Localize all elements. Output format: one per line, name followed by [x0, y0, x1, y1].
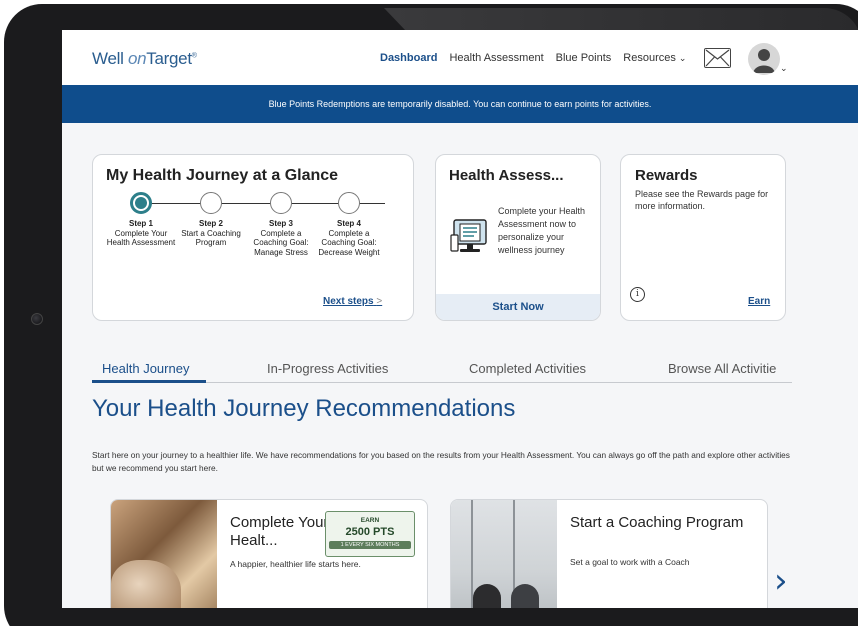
chevron-down-icon[interactable]: ⌄	[780, 63, 788, 74]
active-tab-indicator	[92, 380, 206, 383]
chevron-right-icon: >	[376, 296, 383, 307]
image-person	[511, 584, 539, 608]
nav-link-resources[interactable]: Resources ⌄	[623, 52, 686, 64]
nav-link-dashboard[interactable]: Dashboard	[380, 52, 437, 64]
badge-points: 2500 PTS	[345, 526, 395, 538]
recommendation-image	[111, 500, 217, 608]
next-steps-label: Next steps	[323, 296, 374, 307]
image-pole	[471, 500, 473, 608]
chevron-right-icon[interactable]: ›	[774, 561, 788, 601]
logo-well: Well	[92, 49, 128, 68]
step-indicator	[270, 192, 292, 214]
badge-label: EARN	[360, 517, 380, 524]
brand-logo[interactable]: Well onTarget®	[92, 49, 197, 69]
start-now-button[interactable]: Start Now	[436, 294, 600, 320]
image-person	[473, 584, 501, 608]
tab-browse-all-activities[interactable]: Browse All Activitie	[668, 361, 776, 376]
main-content: My Health Journey at a Glance Step 1 Com…	[62, 123, 858, 608]
logo-mark: ®	[191, 52, 197, 60]
nav-link-health-assessment[interactable]: Health Assessment	[449, 52, 543, 64]
avatar[interactable]	[748, 43, 780, 75]
journey-step-1[interactable]: Step 1 Complete Your Health Assessment	[105, 192, 177, 248]
banner-text: Blue Points Redemptions are temporarily …	[268, 99, 652, 109]
recommendation-subtitle: A happier, healthier life starts here.	[230, 559, 361, 569]
tab-completed-activities[interactable]: Completed Activities	[469, 361, 586, 376]
health-journey-card: My Health Journey at a Glance Step 1 Com…	[92, 154, 414, 321]
step-active-indicator	[130, 192, 152, 214]
recommendation-title: Start a Coaching Program	[570, 514, 744, 531]
step-desc: Start a Coaching Program	[181, 228, 241, 248]
logo-target: Target	[146, 49, 192, 68]
tab-health-journey[interactable]: Health Journey	[102, 361, 189, 376]
step-desc: Complete Your Health Assessment	[106, 228, 176, 248]
recommendation-title: Complete Your Healt...	[230, 514, 329, 549]
page-title: Your Health Journey Recommendations	[92, 395, 516, 422]
activity-tabs: Health Journey In-Progress Activities Co…	[92, 355, 792, 383]
rewards-card: Rewards Please see the Rewards page for …	[620, 154, 786, 321]
recommendation-card-health-assessment[interactable]: Complete Your Healt... EARN 2500 PTS 1 E…	[110, 499, 428, 608]
step-indicator	[200, 192, 222, 214]
nav-link-blue-points[interactable]: Blue Points	[556, 52, 612, 64]
camera-icon	[31, 313, 43, 325]
mail-icon[interactable]	[704, 48, 731, 68]
rewards-text: Please see the Rewards page for more inf…	[635, 189, 769, 211]
nav-link-resources-label: Resources	[623, 52, 676, 64]
step-title: Step 3	[268, 219, 293, 228]
journey-step-3[interactable]: Step 3 Complete a Coaching Goal: Manage …	[245, 192, 317, 257]
recommendation-card-coaching[interactable]: Start a Coaching Program Set a goal to w…	[450, 499, 768, 608]
health-assessment-card: Health Assess... Complete your Health As…	[435, 154, 601, 321]
recommendation-image	[451, 500, 557, 608]
assessment-title: Health Assess...	[449, 167, 564, 184]
rewards-title: Rewards	[635, 167, 698, 184]
journey-step-4[interactable]: Step 4 Complete a Coaching Goal: Decreas…	[313, 192, 385, 257]
journey-step-2[interactable]: Step 2 Start a Coaching Program	[175, 192, 247, 248]
assessment-text: Complete your Health Assessment now to p…	[498, 206, 586, 255]
section-description: Start here on your journey to a healthie…	[92, 450, 790, 473]
computer-checklist-icon	[450, 217, 490, 262]
journey-title: My Health Journey at a Glance	[106, 167, 339, 184]
badge-frequency: 1 EVERY SIX MONTHS	[329, 541, 411, 549]
recommendation-subtitle: Set a goal to work with a Coach	[570, 557, 690, 567]
info-icon[interactable]: i	[630, 287, 645, 302]
step-desc: Complete a Coaching Goal: Decrease Weigh…	[318, 228, 380, 257]
step-title: Step 4	[336, 219, 361, 228]
tab-in-progress-activities[interactable]: In-Progress Activities	[267, 361, 388, 376]
next-steps-link[interactable]: Next steps >	[323, 296, 382, 307]
step-indicator	[338, 192, 360, 214]
step-title: Step 1	[128, 219, 153, 228]
step-title: Step 2	[198, 219, 223, 228]
earn-points-badge: EARN 2500 PTS 1 EVERY SIX MONTHS	[325, 511, 415, 557]
app-screen: Well onTarget® Dashboard Health Assessme…	[62, 30, 858, 608]
top-navigation: Well onTarget® Dashboard Health Assessme…	[62, 30, 858, 85]
nav-links: Dashboard Health Assessment Blue Points …	[380, 52, 686, 64]
chevron-down-icon: ⌄	[678, 53, 687, 63]
notice-banner: Blue Points Redemptions are temporarily …	[62, 85, 858, 123]
logo-on: on	[127, 49, 147, 68]
earn-link[interactable]: Earn	[748, 296, 770, 307]
step-desc: Complete a Coaching Goal: Manage Stress	[253, 228, 309, 257]
